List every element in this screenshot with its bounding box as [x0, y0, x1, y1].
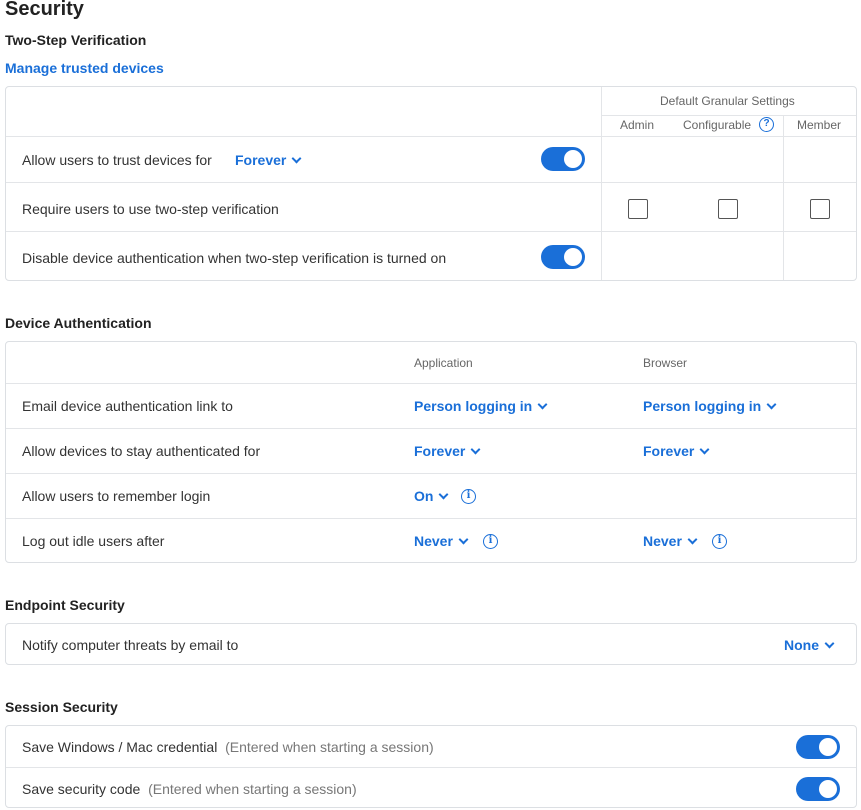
idle-logout-application-dropdown[interactable]: Never — [414, 533, 469, 549]
row-idle-logout: Log out idle users after Never i Never i — [6, 518, 856, 563]
col-browser: Browser — [643, 356, 688, 370]
row-require-two-step: Require users to use two-step verificati… — [6, 182, 856, 231]
chevron-down-icon — [470, 444, 481, 455]
admin-checkbox[interactable] — [628, 199, 648, 219]
row-remember-login: Allow users to remember login On i — [6, 473, 856, 518]
row-disable-device-auth: Disable device authentication when two-s… — [6, 231, 856, 280]
require-two-step-label: Require users to use two-step verificati… — [22, 201, 279, 217]
session-card: Save Windows / Mac credential (Entered w… — [5, 725, 857, 808]
two-step-card: Default Granular Settings Admin Configur… — [5, 86, 857, 281]
disable-device-auth-toggle[interactable] — [541, 245, 585, 269]
page-title: Security — [5, 0, 84, 20]
save-security-code-toggle[interactable] — [796, 777, 840, 801]
info-icon[interactable]: i — [483, 534, 498, 549]
save-credential-note: (Entered when starting a session) — [225, 739, 434, 755]
notify-threats-label: Notify computer threats by email to — [22, 637, 239, 653]
col-admin: Admin — [620, 118, 655, 132]
chevron-down-icon — [824, 638, 835, 649]
col-member: Member — [797, 118, 842, 132]
row-email-auth-link: Email device authentication link to Pers… — [6, 383, 856, 428]
trust-devices-label: Allow users to trust devices for — [22, 152, 212, 168]
chevron-down-icon — [687, 534, 698, 545]
chevron-down-icon — [439, 489, 449, 500]
info-icon[interactable]: i — [461, 489, 476, 504]
remember-login-label: Allow users to remember login — [22, 488, 211, 504]
email-auth-link-label: Email device authentication link to — [22, 398, 233, 414]
idle-logout-label: Log out idle users after — [22, 533, 165, 549]
row-trust-devices: Allow users to trust devices for Forever — [6, 136, 856, 182]
granular-header-divider — [602, 115, 856, 116]
chevron-down-icon — [291, 153, 302, 164]
granular-settings-header: Default Granular Settings — [660, 94, 795, 108]
manage-trusted-devices-link[interactable]: Manage trusted devices — [5, 60, 164, 76]
stay-authenticated-label: Allow devices to stay authenticated for — [22, 443, 261, 459]
device-auth-heading: Device Authentication — [5, 315, 152, 331]
row-stay-authenticated: Allow devices to stay authenticated for … — [6, 428, 856, 473]
save-security-code-label: Save security code (Entered when startin… — [22, 781, 357, 797]
chevron-down-icon — [537, 399, 548, 410]
row-save-credential: Save Windows / Mac credential (Entered w… — [6, 726, 856, 767]
col-configurable: Configurable — [683, 118, 752, 132]
endpoint-card: Notify computer threats by email to None — [5, 623, 857, 665]
stay-auth-application-dropdown[interactable]: Forever — [414, 443, 481, 459]
save-credential-label: Save Windows / Mac credential (Entered w… — [22, 739, 434, 755]
device-auth-card: Application Browser Email device authent… — [5, 341, 857, 563]
disable-device-auth-label: Disable device authentication when two-s… — [22, 250, 447, 266]
member-checkbox[interactable] — [810, 199, 830, 219]
trust-duration-dropdown[interactable]: Forever — [235, 152, 302, 168]
col-application: Application — [414, 356, 473, 370]
stay-auth-browser-dropdown[interactable]: Forever — [643, 443, 710, 459]
idle-logout-browser-dropdown[interactable]: Never — [643, 533, 698, 549]
row-save-security-code: Save security code (Entered when startin… — [6, 767, 856, 808]
email-link-application-dropdown[interactable]: Person logging in — [414, 398, 548, 414]
notify-threats-dropdown[interactable]: None — [784, 637, 835, 653]
session-heading: Session Security — [5, 699, 118, 715]
chevron-down-icon — [766, 399, 777, 410]
info-icon[interactable]: i — [712, 534, 727, 549]
email-link-browser-dropdown[interactable]: Person logging in — [643, 398, 777, 414]
chevron-down-icon — [699, 444, 710, 455]
save-security-code-note: (Entered when starting a session) — [148, 781, 357, 797]
endpoint-heading: Endpoint Security — [5, 597, 125, 613]
chevron-down-icon — [458, 534, 469, 545]
save-credential-toggle[interactable] — [796, 735, 840, 759]
remember-login-dropdown[interactable]: On — [414, 488, 449, 504]
question-circle-icon[interactable]: ? — [759, 117, 774, 132]
configurable-checkbox[interactable] — [718, 199, 738, 219]
two-step-heading: Two-Step Verification — [5, 32, 147, 48]
trust-devices-toggle[interactable] — [541, 147, 585, 171]
security-page: Security Two-Step Verification Manage tr… — [0, 0, 861, 810]
